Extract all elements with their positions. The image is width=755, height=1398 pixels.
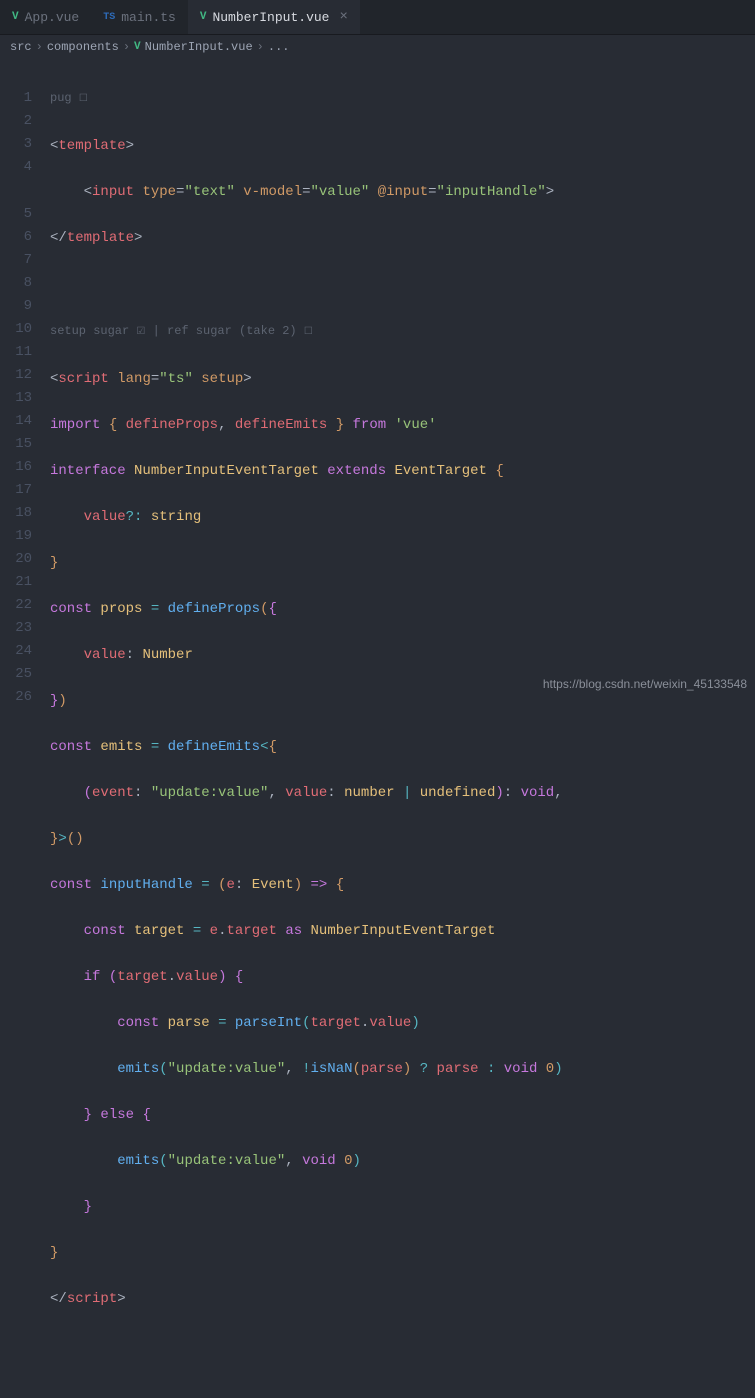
chevron-right-icon: ›: [123, 40, 130, 54]
ts-icon: TS: [103, 12, 115, 23]
code-content[interactable]: pug ☐ <template> <input type="text" v-mo…: [50, 63, 755, 1398]
codelens-pug[interactable]: pug ☐: [50, 86, 755, 112]
tab-numberinput-vue[interactable]: V NumberInput.vue ×: [188, 0, 360, 34]
line-gutter: 1 2 3 4 5 6 7 8 9 10 11 12 13 14 15 16 1…: [0, 63, 50, 1398]
vue-icon: V: [12, 11, 19, 23]
tab-label: main.ts: [121, 10, 176, 25]
editor-tabs: V App.vue TS main.ts V NumberInput.vue ×: [0, 0, 755, 35]
code-editor[interactable]: 1 2 3 4 5 6 7 8 9 10 11 12 13 14 15 16 1…: [0, 59, 755, 1398]
breadcrumb-part[interactable]: src: [10, 40, 32, 54]
codelens-setup[interactable]: setup sugar ☑ | ref sugar (take 2) ☐: [50, 319, 755, 345]
tab-app-vue[interactable]: V App.vue: [0, 0, 91, 34]
breadcrumb-part[interactable]: NumberInput.vue: [145, 40, 253, 54]
breadcrumb-part[interactable]: components: [47, 40, 119, 54]
vue-icon: V: [134, 41, 141, 53]
chevron-right-icon: ›: [257, 40, 264, 54]
breadcrumb-part[interactable]: ...: [268, 40, 290, 54]
tab-label: NumberInput.vue: [212, 10, 329, 25]
tab-main-ts[interactable]: TS main.ts: [91, 0, 188, 34]
tab-label: App.vue: [25, 10, 80, 25]
breadcrumb: src › components › V NumberInput.vue › .…: [0, 35, 755, 59]
chevron-right-icon: ›: [36, 40, 43, 54]
watermark: https://blog.csdn.net/weixin_45133548: [543, 677, 747, 691]
vue-icon: V: [200, 11, 207, 23]
close-icon[interactable]: ×: [339, 9, 347, 25]
